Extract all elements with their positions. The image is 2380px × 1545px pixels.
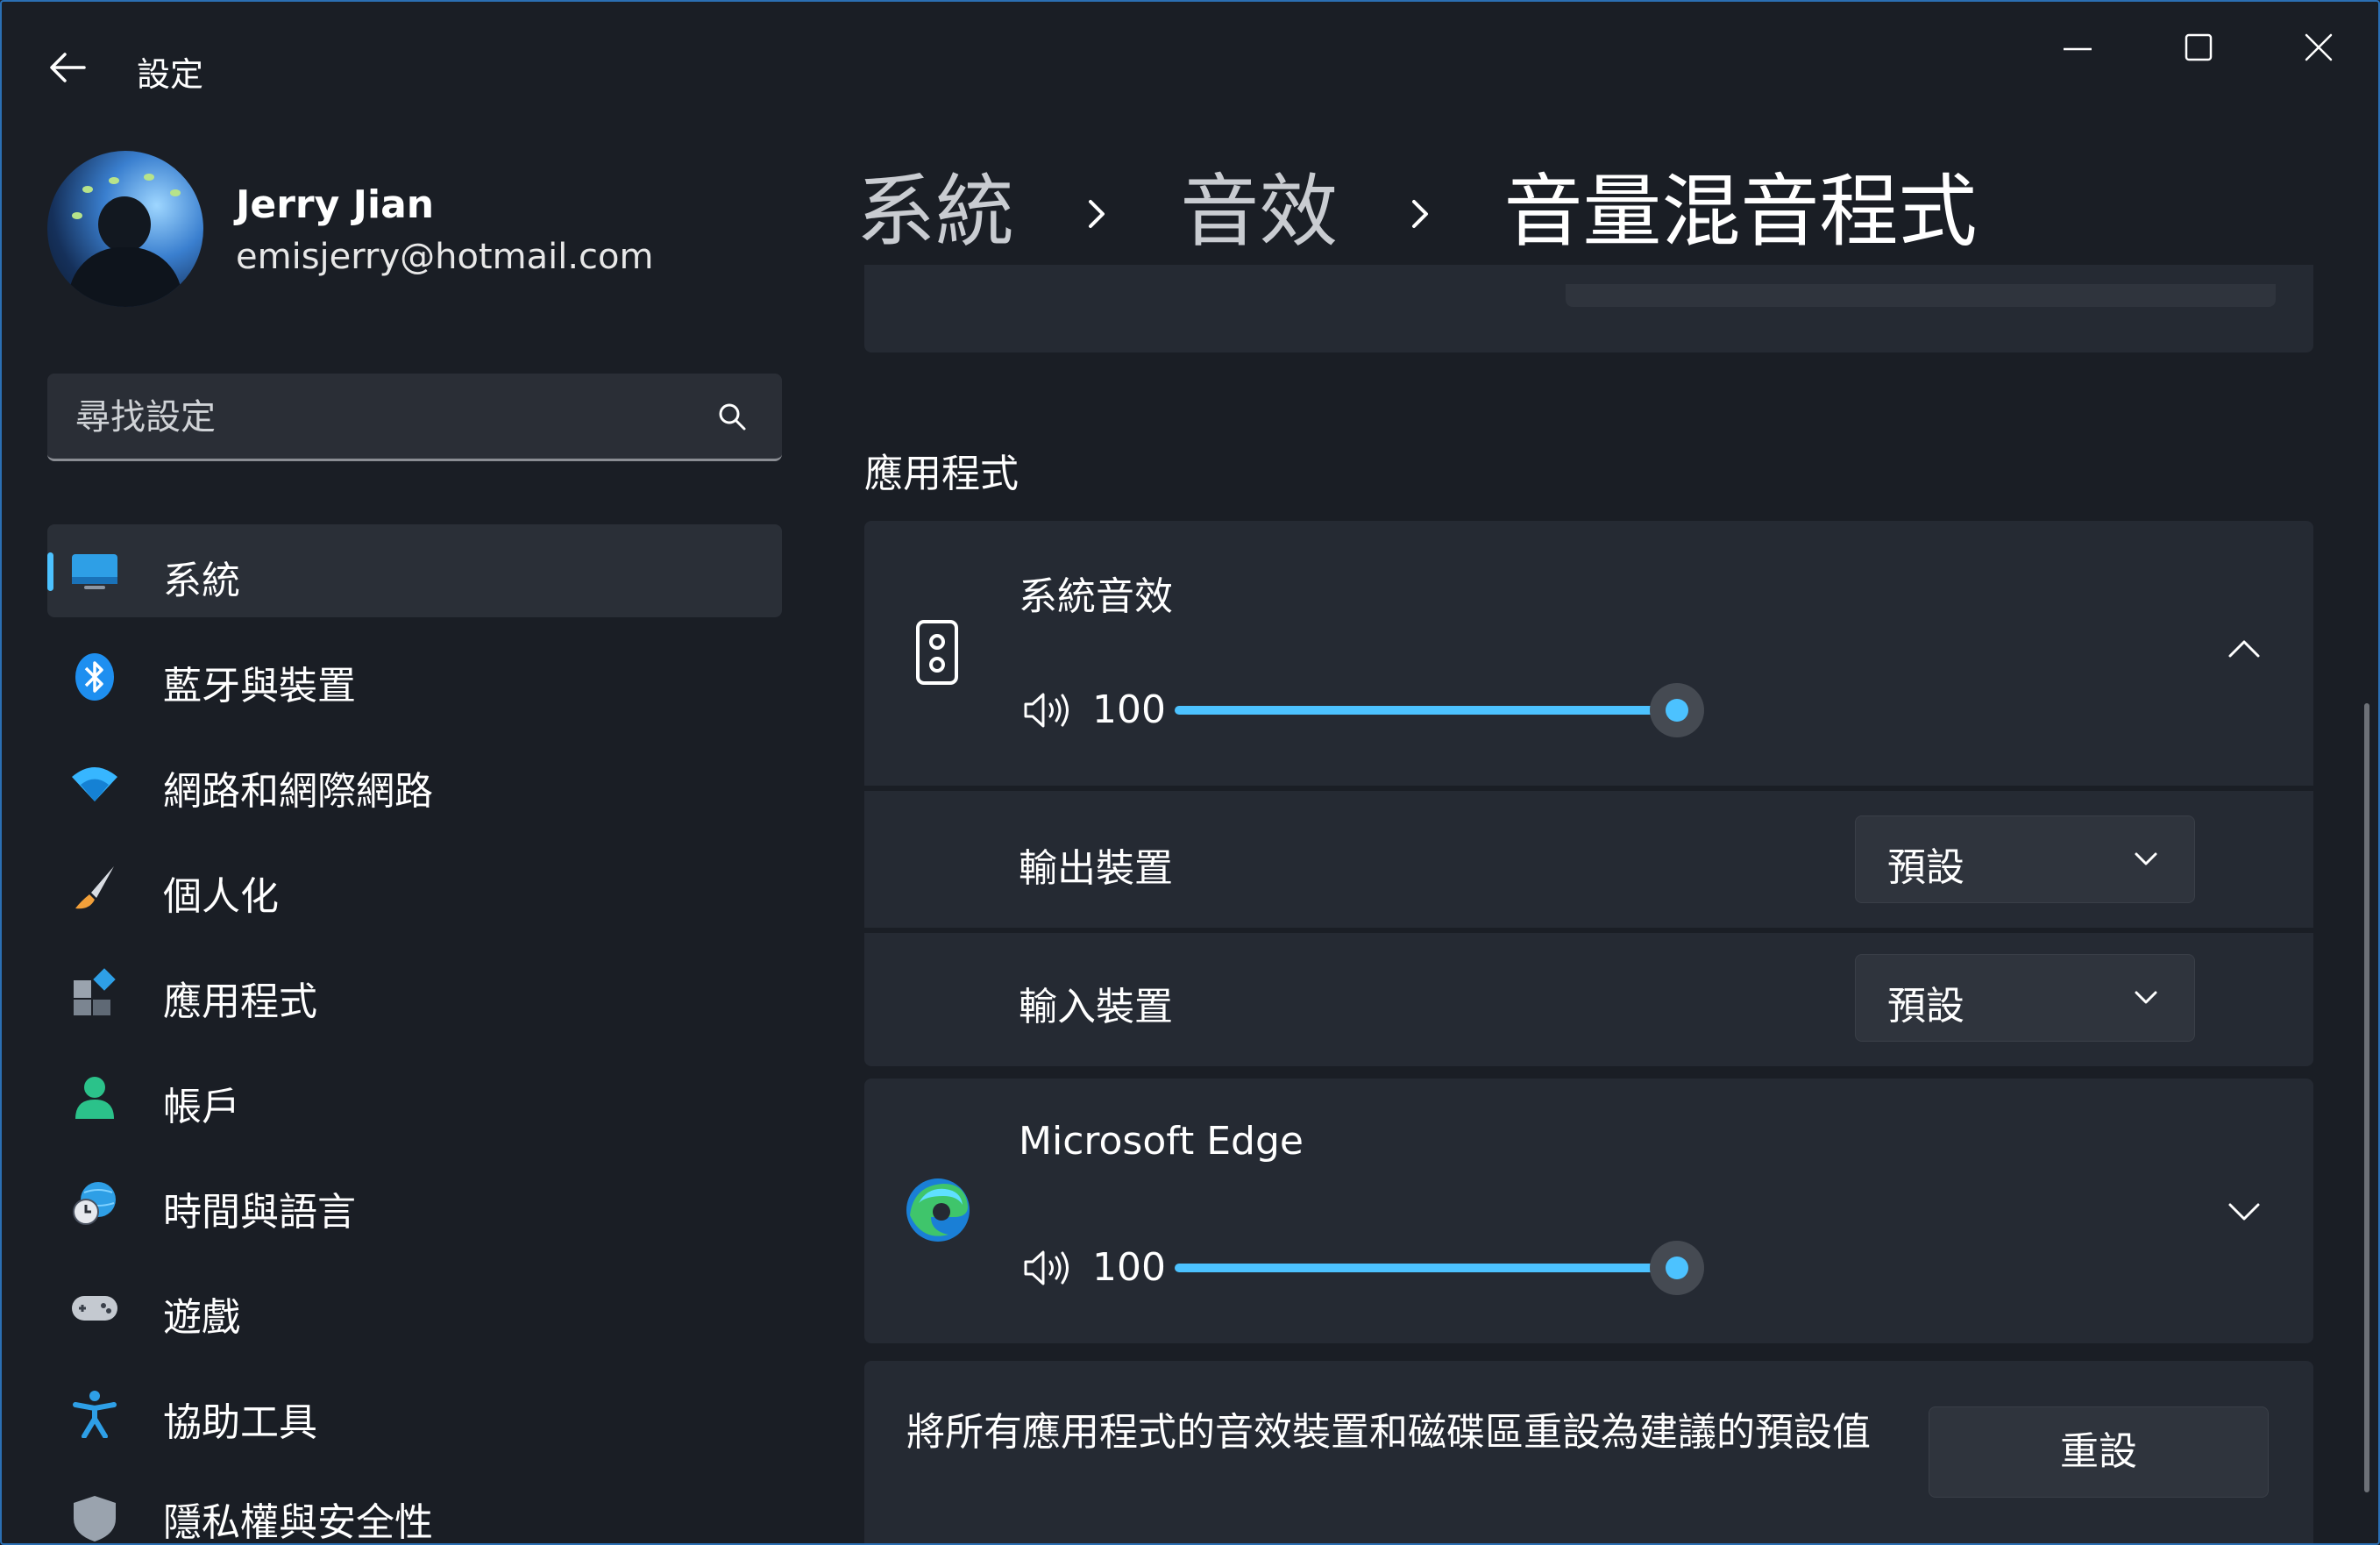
dropdown-value: 預設 <box>1887 845 1964 890</box>
app-name: 系統音效 <box>1019 574 1173 619</box>
volume-icon[interactable] <box>1022 691 1071 730</box>
output-device-label: 輸出裝置 <box>1019 846 1173 891</box>
previous-card <box>864 265 2313 352</box>
user-name: Jerry Jian <box>236 182 435 227</box>
chevron-down-icon[interactable] <box>2225 1198 2263 1224</box>
minimize-icon <box>2064 47 2092 51</box>
back-button[interactable] <box>44 44 91 91</box>
sidebar-item-network[interactable]: 網路和網際網路 <box>47 735 782 828</box>
breadcrumb-item-sound[interactable]: 音效 <box>1180 147 1338 261</box>
close-button[interactable] <box>2275 19 2362 72</box>
gaming-icon <box>72 1296 117 1321</box>
sidebar-item-label: 時間與語言 <box>163 1190 356 1235</box>
apps-icon <box>74 968 116 1015</box>
volume-slider[interactable] <box>1175 1264 1662 1272</box>
minimize-button[interactable] <box>2034 19 2121 72</box>
dropdown-value: 預設 <box>1887 984 1964 1029</box>
app-title: 設定 <box>137 55 204 94</box>
accessibility-icon <box>73 1391 117 1438</box>
edge-card[interactable]: Microsoft Edge 100 <box>864 1079 2313 1343</box>
chevron-down-icon <box>2135 852 2157 865</box>
sidebar-item-personalization[interactable]: 個人化 <box>47 840 782 933</box>
volume-value: 100 <box>1092 1245 1166 1290</box>
output-device-row: 輸出裝置 預設 <box>864 791 2313 928</box>
user-email: emisjerry@hotmail.com <box>236 237 654 277</box>
sidebar-item-apps[interactable]: 應用程式 <box>47 945 782 1038</box>
volume-icon[interactable] <box>1022 1249 1071 1287</box>
output-device-dropdown[interactable]: 預設 <box>1855 815 2195 903</box>
sidebar-item-system[interactable]: 系統 <box>47 524 782 617</box>
volume-slider-thumb[interactable] <box>1650 683 1704 737</box>
sidebar-item-label: 藍牙與裝置 <box>163 664 356 708</box>
system-sounds-card[interactable]: 系統音效 100 <box>864 521 2313 786</box>
sidebar-item-time-language[interactable]: 時間與語言 <box>47 1156 782 1249</box>
breadcrumb-item-system[interactable]: 系統 <box>856 147 1014 261</box>
app-name: Microsoft Edge <box>1019 1119 1304 1164</box>
sidebar-item-label: 帳戶 <box>163 1085 240 1129</box>
reset-card: 將所有應用程式的音效裝置和磁碟區重設為建議的預設值 重設 <box>864 1361 2313 1543</box>
input-device-row: 輸入裝置 預設 <box>864 933 2313 1066</box>
volume-slider-thumb[interactable] <box>1650 1241 1704 1295</box>
breadcrumb-item-current: 音量混音程式 <box>1503 166 1978 258</box>
chevron-right-icon <box>1085 159 1110 251</box>
sidebar-item-label: 網路和網際網路 <box>163 769 433 814</box>
speaker-icon <box>916 620 958 685</box>
sidebar-item-accessibility[interactable]: 協助工具 <box>47 1366 782 1459</box>
sidebar-item-label: 系統 <box>163 559 240 603</box>
bluetooth-icon <box>75 653 114 701</box>
account-icon <box>75 1077 114 1119</box>
volume-value: 100 <box>1092 687 1166 732</box>
search-box[interactable] <box>47 374 782 461</box>
chevron-up-icon[interactable] <box>2225 635 2263 661</box>
sidebar-item-label: 遊戲 <box>163 1295 240 1340</box>
scrollbar[interactable] <box>2364 703 2369 1492</box>
sidebar-item-label: 協助工具 <box>163 1400 317 1445</box>
sidebar-item-privacy[interactable]: 隱私權與安全性 <box>47 1471 782 1541</box>
sidebar-item-gaming[interactable]: 遊戲 <box>47 1261 782 1354</box>
previous-card-control <box>1566 284 2276 307</box>
privacy-shield-icon <box>74 1496 116 1541</box>
sidebar-item-accounts[interactable]: 帳戶 <box>47 1050 782 1143</box>
chevron-down-icon <box>2135 991 2157 1004</box>
section-title-apps: 應用程式 <box>864 452 1019 496</box>
reset-description: 將所有應用程式的音效裝置和磁碟區重設為建議的預設值 <box>906 1410 1871 1455</box>
system-icon <box>72 554 117 589</box>
maximize-icon <box>2185 33 2213 61</box>
input-device-dropdown[interactable]: 預設 <box>1855 954 2195 1042</box>
breadcrumb: 系統 音效 音量混音程式 <box>856 147 1977 261</box>
brush-icon <box>75 866 114 909</box>
sidebar-item-label: 個人化 <box>163 874 279 919</box>
sidebar-item-label: 隱私權與安全性 <box>163 1500 433 1541</box>
wifi-icon <box>72 767 117 801</box>
maximize-button[interactable] <box>2155 19 2242 72</box>
edge-icon <box>906 1178 970 1242</box>
sidebar-item-label: 應用程式 <box>163 979 317 1024</box>
volume-slider[interactable] <box>1175 706 1662 715</box>
settings-window: 設定 Jerry Jian emisjerry@hotmail.com 尋找設定… <box>0 0 2380 1545</box>
chevron-right-icon <box>1409 159 1433 251</box>
search-icon[interactable] <box>715 400 750 435</box>
input-device-label: 輸入裝置 <box>1019 985 1173 1029</box>
selection-indicator <box>47 552 53 591</box>
sidebar-item-bluetooth[interactable]: 藍牙與裝置 <box>47 630 782 723</box>
time-language-icon <box>73 1182 116 1225</box>
reset-button[interactable]: 重設 <box>1929 1406 2269 1498</box>
close-icon <box>2305 33 2333 61</box>
avatar[interactable] <box>47 151 203 307</box>
back-arrow-icon <box>50 53 86 82</box>
search-input[interactable] <box>74 395 691 440</box>
